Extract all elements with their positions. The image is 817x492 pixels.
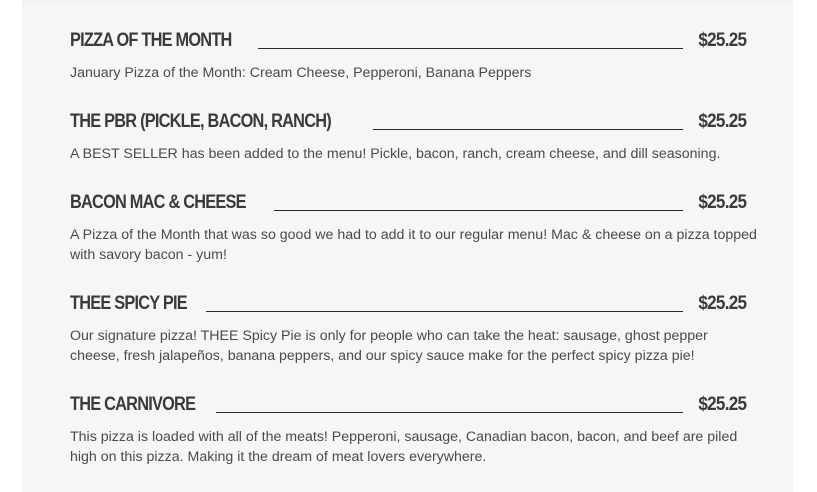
menu-item-description: A BEST SELLER has been added to the menu… — [70, 146, 721, 162]
menu-item-the-carnivore: The Carnivore $25.25 This pizza is loade… — [70, 390, 747, 467]
menu-item-title: Thee Spicy Pie — [70, 293, 188, 314]
dotted-leader-line — [257, 47, 683, 49]
menu-item-header: Pizza of the Month $25.25 — [70, 26, 747, 52]
menu-item-price: $25.25 — [698, 394, 747, 415]
dotted-leader-line — [373, 128, 683, 130]
menu-item-header: Bacon Mac & Cheese $25.25 — [70, 188, 747, 214]
menu-item-price: $25.25 — [698, 192, 747, 213]
menu-item-title: The Carnivore — [70, 394, 196, 415]
menu-item-pizza-of-the-month: Pizza of the Month $25.25 January Pizza … — [70, 26, 747, 83]
menu-item-bacon-mac-cheese: Bacon Mac & Cheese $25.25 A Pizza of the… — [70, 188, 757, 265]
menu-item-title: Pizza of the Month — [70, 30, 232, 51]
menu-item-price: $25.25 — [698, 293, 747, 314]
dotted-leader-line — [274, 209, 683, 211]
menu-item-description: Our signature pizza! THEE Spicy Pie is o… — [70, 328, 708, 364]
menu-item-header: The Carnivore $25.25 — [70, 390, 747, 416]
menu-item-description: January Pizza of the Month: Cream Cheese… — [70, 65, 532, 81]
menu-item-description: A Pizza of the Month that was so good we… — [70, 227, 757, 263]
menu-item-price: $25.25 — [698, 111, 747, 132]
dotted-leader-line — [205, 310, 683, 312]
menu-item-the-pbr: The PBR (Pickle, Bacon, Ranch) $25.25 A … — [70, 107, 747, 164]
menu-item-title: Bacon Mac & Cheese — [70, 192, 247, 213]
menu-item-description: This pizza is loaded with all of the mea… — [70, 429, 738, 465]
menu-item-title: The PBR (Pickle, Bacon, Ranch) — [70, 111, 332, 132]
menu-item-price: $25.25 — [698, 30, 747, 51]
dotted-leader-line — [215, 411, 683, 413]
menu-item-header: The PBR (Pickle, Bacon, Ranch) $25.25 — [70, 107, 747, 133]
menu-item-header: Thee Spicy Pie $25.25 — [70, 289, 747, 315]
menu-item-thee-spicy-pie: Thee Spicy Pie $25.25 Our signature pizz… — [70, 289, 747, 366]
